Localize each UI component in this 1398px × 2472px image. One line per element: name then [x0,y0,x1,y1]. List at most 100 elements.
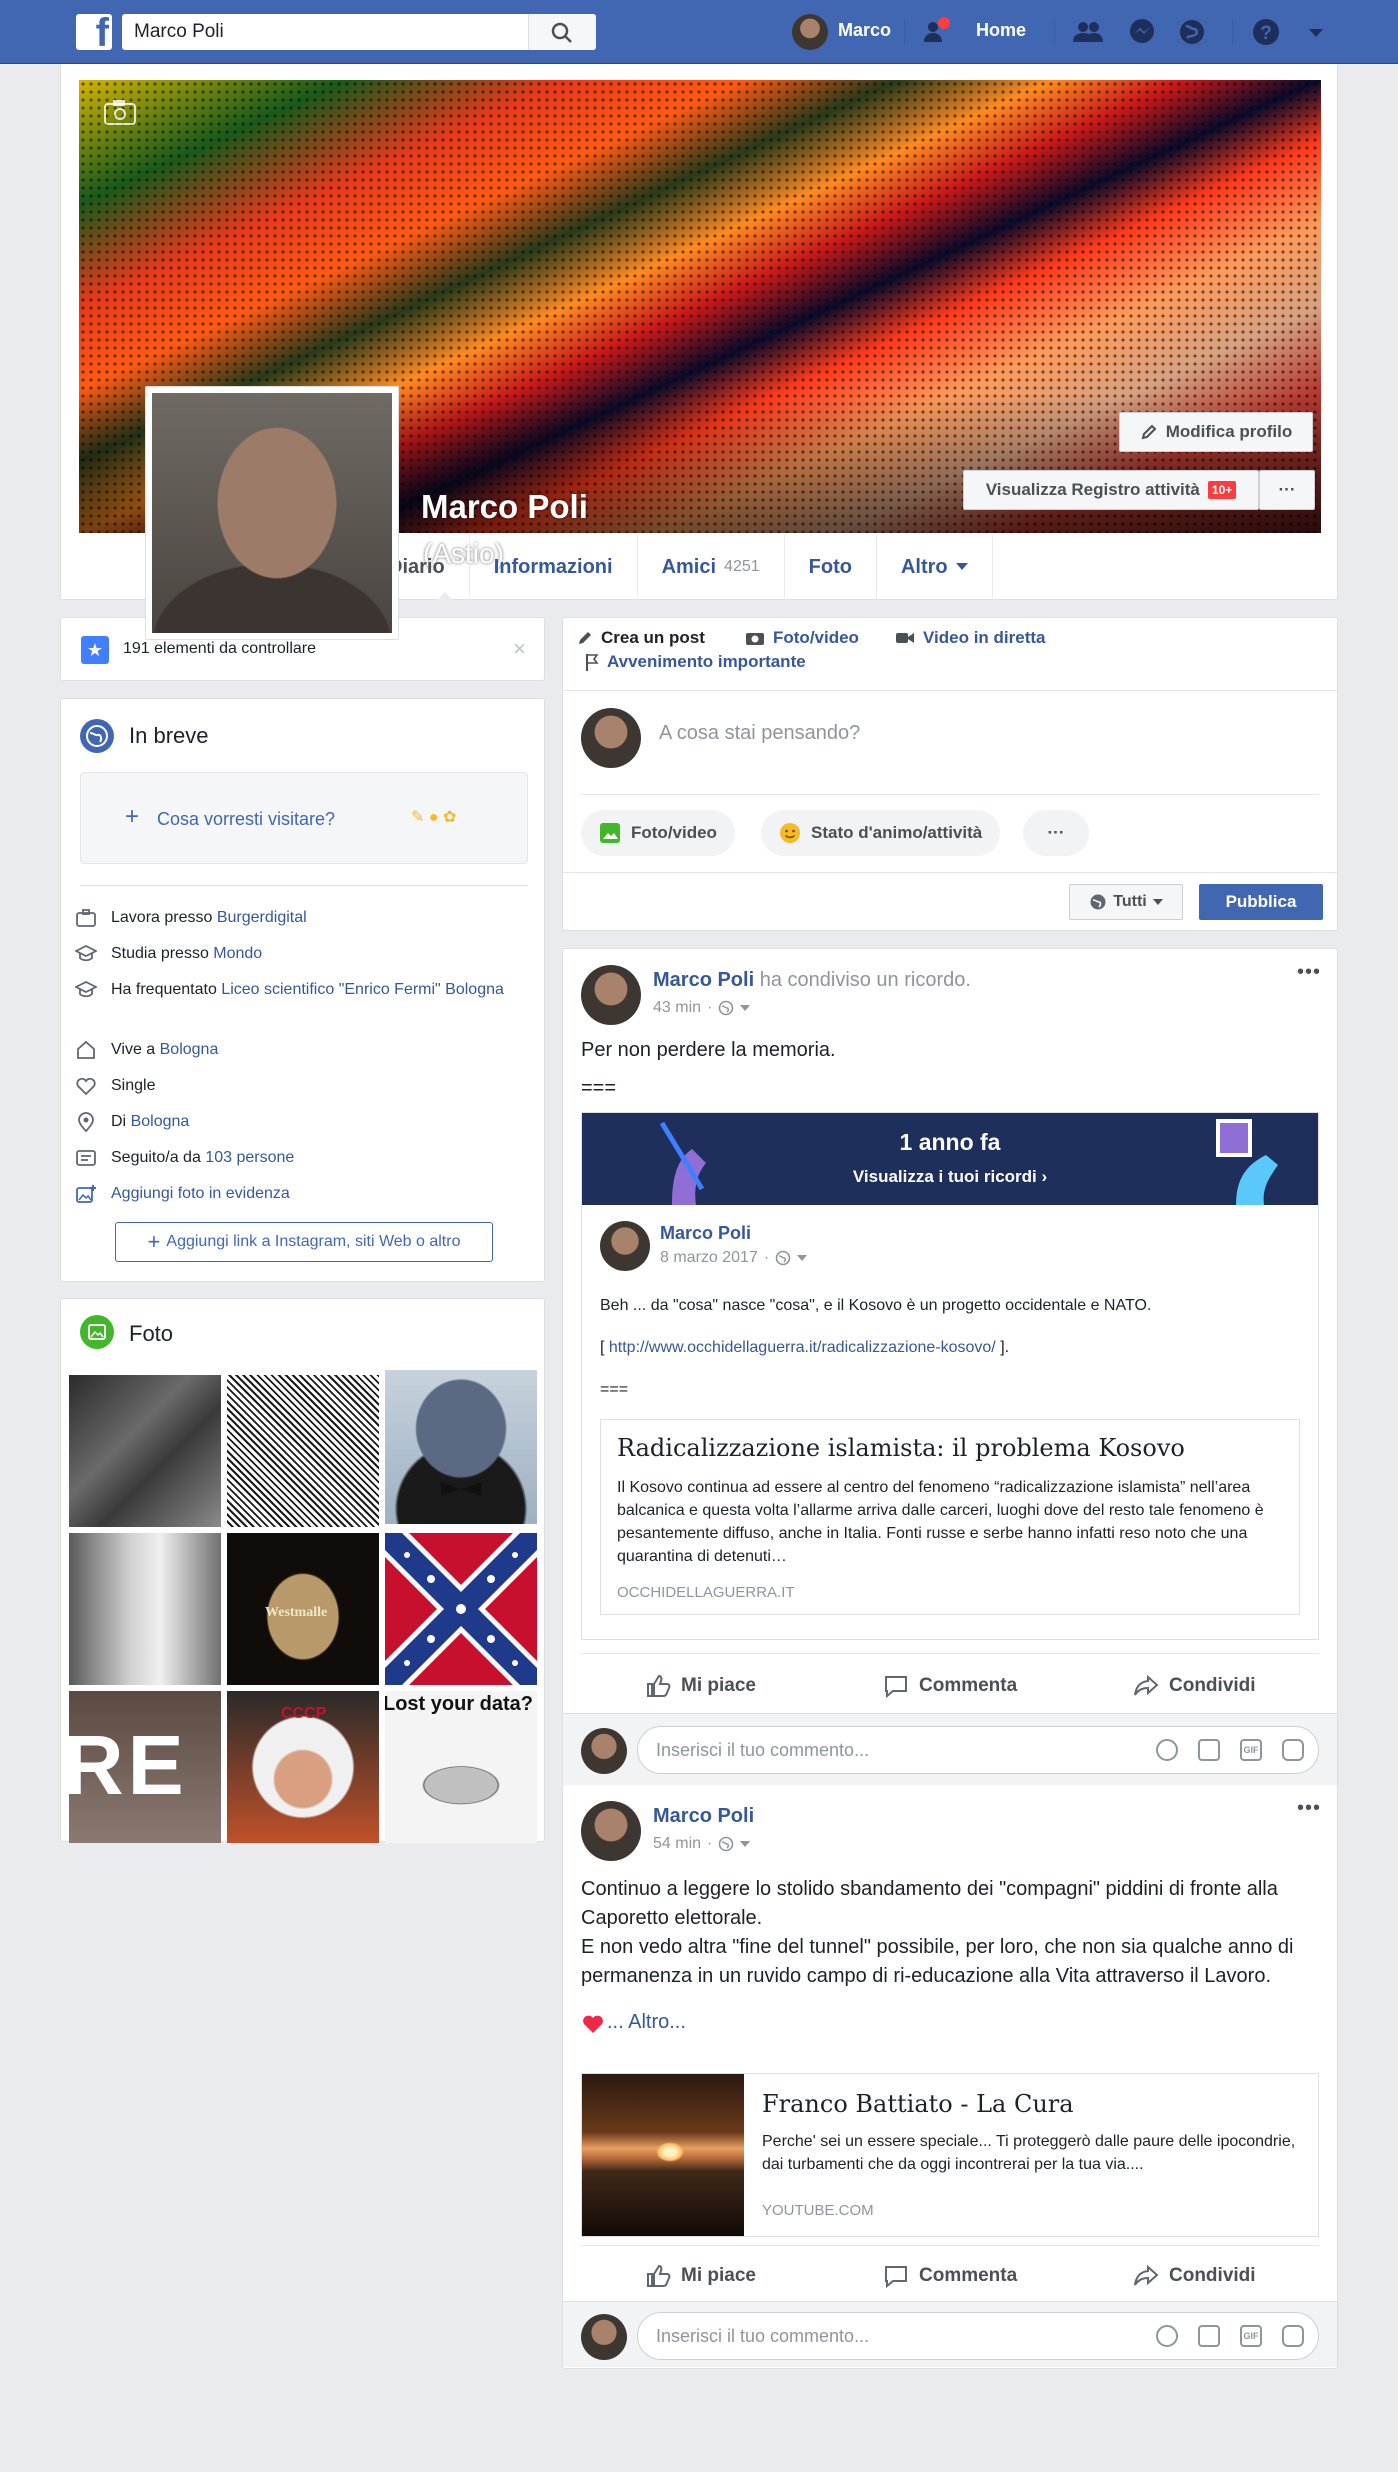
profile-name[interactable]: Marco Poli [421,488,588,526]
audience-selector[interactable]: Tutti [1069,884,1183,920]
memory-link[interactable]: Visualizza i tuoi ricordi › [582,1167,1318,1187]
camera-icon[interactable] [103,98,137,126]
post-author-link[interactable]: Marco Poli [653,969,754,991]
gif-icon[interactable]: GIF [1240,1739,1262,1761]
photo-video-button[interactable]: Foto/video [581,810,735,856]
like-button[interactable]: Mi piace [645,2263,756,2289]
tab-altro[interactable]: Altro [875,534,993,600]
emoji-icon[interactable] [1156,1739,1178,1761]
globe-icon[interactable] [718,1000,734,1016]
comment-button[interactable]: Commenta [883,2263,1017,2289]
intro-school-link[interactable]: Liceo scientifico "Enrico Fermi" Bologna [221,981,504,998]
photo-thumbnail[interactable]: Westmalle [227,1533,379,1685]
add-link-button[interactable]: + Aggiungi link a Instagram, siti Web o … [115,1222,493,1262]
photo-thumbnail[interactable] [69,1533,221,1685]
feeling-activity-button[interactable]: Stato d'animo/attività [761,810,1001,856]
camera-icon[interactable] [1198,2325,1220,2347]
post-options-icon[interactable]: ••• [1297,961,1321,984]
bio-prompt[interactable]: + Cosa vorresti visitare? ✎ ● ✿ [80,772,528,864]
live-video-tab[interactable]: Video in diretta [895,628,1046,648]
sticker-icon[interactable] [1282,1739,1304,1761]
globe-icon[interactable] [775,1250,791,1266]
photo-thumbnail[interactable] [385,1370,537,1524]
topbar-avatar[interactable] [792,14,828,50]
friends-icon[interactable] [1070,14,1106,50]
close-icon[interactable]: × [513,636,526,662]
tab-foto[interactable]: Foto [783,534,876,600]
status-input[interactable]: A cosa stai pensando? [659,722,860,745]
photo-thumbnail[interactable] [227,1375,379,1527]
photo-thumbnail[interactable] [69,1375,221,1527]
photo-thumbnail[interactable]: Lost your data? [385,1691,537,1843]
edit-profile-button[interactable]: Modifica profilo [1119,412,1313,452]
post-author-link[interactable]: Marco Poli [653,1805,754,1828]
photo-thumbnail[interactable]: RE [69,1691,221,1843]
shared-post-url[interactable]: http://www.occhidellaguerra.it/radicaliz… [609,1339,996,1356]
see-more-link[interactable]: ... Altro... [607,2011,686,2034]
post-time[interactable]: 43 min [653,999,701,1017]
share-label: Condividi [1169,2265,1256,2286]
composer-more-button[interactable]: ··· [1023,810,1089,856]
profile-picture[interactable] [145,386,399,640]
shared-post-author[interactable]: Marco Poli [660,1223,751,1244]
photos-icon [80,1315,114,1349]
like-button[interactable]: Mi piace [645,1673,756,1699]
messenger-icon[interactable] [1124,14,1160,50]
intro-from-link[interactable]: Bologna [131,1113,190,1130]
gif-icon[interactable]: GIF [1240,2325,1262,2347]
comment-button[interactable]: Commenta [883,1673,1017,1699]
friend-requests-icon[interactable] [918,14,954,50]
intro-study-link[interactable]: Mondo [213,945,262,962]
photo-video-tab[interactable]: Foto/video [745,628,859,648]
shared-post-avatar[interactable] [600,1221,650,1271]
notifications-globe-icon[interactable] [1174,14,1210,50]
camera-icon[interactable] [1198,1739,1220,1761]
intro-lives-link[interactable]: Bologna [160,1041,219,1058]
intro-followers-link[interactable]: 103 persone [205,1149,294,1166]
share-button[interactable]: Condividi [1133,1673,1256,1699]
link-preview[interactable]: Radicalizzazione islamista: il problema … [600,1419,1300,1615]
post-time[interactable]: 54 min [653,1835,701,1853]
shared-post-date[interactable]: 8 marzo 2017 [660,1249,758,1267]
memory-title: 1 anno fa [899,1129,1001,1155]
intro-work-link[interactable]: Burgerdigital [217,909,307,926]
emoji-icon[interactable] [1156,2325,1178,2347]
globe-icon[interactable] [718,1836,734,1852]
comment-icon [885,1676,907,1699]
caret-down-icon[interactable] [740,1005,751,1011]
memory-banner[interactable]: 1 anno fa Visualizza i tuoi ricordi › [582,1113,1318,1205]
caret-down-icon[interactable] [740,1841,751,1847]
like-label: Mi piace [681,2265,756,2286]
add-featured-photos-link[interactable]: Aggiungi foto in evidenza [111,1182,290,1205]
tab-amici[interactable]: Amici 4251 [636,534,784,600]
create-post-tab[interactable]: Crea un post [577,628,705,648]
caret-down-icon[interactable] [797,1255,808,1261]
activity-log-button[interactable]: Visualizza Registro attività 10+ [963,470,1259,510]
home-link[interactable]: Home [976,20,1026,41]
youtube-link-preview[interactable]: Franco Battiato - La Cura Perche' sei un… [581,2073,1319,2237]
topbar-user-name[interactable]: Marco [838,20,891,41]
search-button[interactable] [528,14,596,50]
post-avatar[interactable] [581,1801,641,1861]
help-icon[interactable]: ? [1248,14,1284,50]
life-event-tab[interactable]: Avvenimento importante [585,652,806,672]
post-avatar[interactable] [581,965,641,1025]
comment-input[interactable]: Inserisci il tuo commento... GIF [637,1726,1319,1774]
search-input[interactable] [122,14,526,50]
actions-divider [581,2245,1319,2246]
photo-thumbnail[interactable]: CCCP [227,1691,379,1843]
facebook-logo-icon[interactable]: f [76,14,112,50]
tab-informazioni[interactable]: Informazioni [468,534,637,600]
account-menu-chevron-down-icon[interactable] [1298,14,1334,50]
publish-button[interactable]: Pubblica [1199,884,1323,920]
meta-separator: · [763,1249,770,1266]
url-bracket-close: ]. [995,1339,1010,1356]
photo-thumbnail[interactable] [385,1533,537,1685]
sticker-icon[interactable] [1282,2325,1304,2347]
share-button[interactable]: Condividi [1133,2263,1256,2289]
meta-separator: · [707,1835,713,1852]
activity-log-label: Visualizza Registro attività [985,480,1200,499]
profile-more-button[interactable]: ··· [1259,470,1315,510]
post-options-icon[interactable]: ••• [1297,1797,1321,1820]
comment-input[interactable]: Inserisci il tuo commento... GIF [637,2312,1319,2360]
